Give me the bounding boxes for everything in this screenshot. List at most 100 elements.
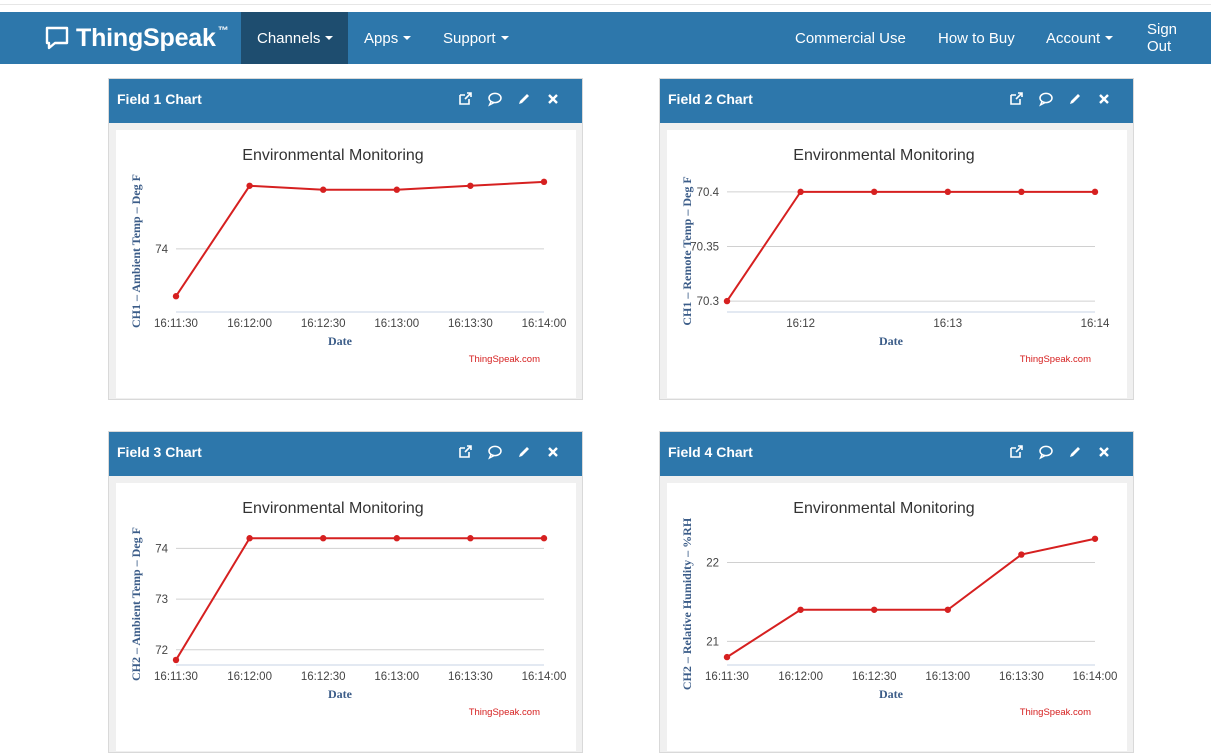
- external-link-icon: [1010, 92, 1023, 105]
- external-link-button[interactable]: [1008, 443, 1026, 461]
- chart-title: Environmental Monitoring: [793, 500, 974, 517]
- data-point[interactable]: [467, 535, 474, 542]
- thingspeak-credit-link[interactable]: ThingSpeak.com: [469, 354, 540, 365]
- nav-commercial-use[interactable]: Commercial Use: [779, 12, 922, 64]
- data-point[interactable]: [1091, 188, 1099, 196]
- chart-area: Environmental Monitoring 72 73 74 16:11:30 16…: [116, 483, 576, 751]
- data-point[interactable]: [320, 535, 327, 542]
- close-button[interactable]: [1095, 443, 1113, 461]
- panel-toolbar: [1008, 90, 1113, 108]
- nav-how-to-buy-label: How to Buy: [938, 29, 1015, 47]
- x-axis-label: Date: [879, 687, 904, 701]
- x-tick-label: 16:13:30: [448, 318, 493, 330]
- close-button[interactable]: [544, 443, 562, 461]
- comment-icon: [1039, 445, 1053, 460]
- close-button[interactable]: [1095, 90, 1113, 108]
- close-icon: [1099, 94, 1109, 104]
- data-point[interactable]: [723, 297, 731, 305]
- external-link-icon: [1010, 445, 1023, 458]
- thingspeak-credit-link[interactable]: ThingSpeak.com: [469, 707, 540, 718]
- data-point[interactable]: [540, 535, 548, 542]
- data-point[interactable]: [393, 535, 400, 542]
- close-icon: [548, 94, 558, 104]
- field-1-line-chart: Environmental Monitoring 74 16:11:30 16:12:…: [129, 147, 566, 365]
- external-link-button[interactable]: [457, 90, 475, 108]
- data-point[interactable]: [871, 606, 878, 613]
- x-tick-label: 16:12:30: [301, 318, 346, 330]
- chart-title: Environmental Monitoring: [242, 147, 423, 164]
- comment-button[interactable]: [486, 443, 504, 461]
- nav-apps[interactable]: Apps: [348, 12, 427, 64]
- panel-header: Field 1 Chart: [109, 79, 582, 123]
- data-point[interactable]: [172, 293, 180, 300]
- external-link-button[interactable]: [1008, 90, 1026, 108]
- x-tick-label: 16:14:00: [522, 671, 567, 683]
- field-4-line-chart: Environmental Monitoring 21 22 16:11:30 16:1…: [680, 500, 1117, 718]
- thingspeak-credit-link[interactable]: ThingSpeak.com: [1020, 707, 1091, 718]
- data-point[interactable]: [1091, 535, 1099, 542]
- panel-header: Field 3 Chart: [109, 432, 582, 476]
- panel-title: Field 2 Chart: [668, 91, 753, 107]
- x-tick-label: 16:13:00: [925, 671, 970, 683]
- pencil-button[interactable]: [515, 443, 533, 461]
- data-point[interactable]: [246, 535, 253, 542]
- y-axis-label: CH2 – Relative Humidity – %RH: [680, 517, 694, 690]
- panel-title: Field 1 Chart: [117, 91, 202, 107]
- data-point[interactable]: [1018, 188, 1025, 196]
- x-axis-label: Date: [328, 334, 353, 348]
- pencil-button[interactable]: [515, 90, 533, 108]
- field-2-chart-panel: Field 2 Chart Environmental Monitoring 70…: [659, 78, 1134, 400]
- chart-area: Environmental Monitoring 21 22 16:11:30 16:1…: [667, 483, 1127, 751]
- x-tick-label: 16:14: [1081, 318, 1110, 330]
- chevron-down-icon: [1105, 36, 1114, 40]
- data-point[interactable]: [797, 188, 804, 196]
- external-link-button[interactable]: [457, 443, 475, 461]
- x-tick-label: 16:13:00: [374, 671, 419, 683]
- nav-support[interactable]: Support: [427, 12, 525, 64]
- x-tick-label: 16:13:30: [999, 671, 1044, 683]
- data-point[interactable]: [871, 188, 878, 196]
- comment-button[interactable]: [486, 90, 504, 108]
- comment-icon: [1039, 92, 1053, 107]
- close-icon: [548, 447, 558, 457]
- data-point[interactable]: [723, 653, 731, 661]
- x-axis-label: Date: [879, 334, 904, 348]
- data-point[interactable]: [797, 606, 804, 613]
- data-point[interactable]: [467, 182, 474, 189]
- pencil-button[interactable]: [1066, 90, 1084, 108]
- x-tick-label: 16:11:30: [154, 318, 198, 330]
- data-point[interactable]: [393, 186, 400, 193]
- comment-button[interactable]: [1037, 443, 1055, 461]
- nav-sign-out-label: Sign Out: [1147, 21, 1178, 55]
- panel-header: Field 2 Chart: [660, 79, 1133, 123]
- x-tick-label: 16:12:00: [778, 671, 823, 683]
- x-tick-label: 16:12:00: [227, 671, 272, 683]
- data-point[interactable]: [944, 606, 951, 613]
- x-tick-label: 16:12:30: [852, 671, 897, 683]
- chat-bubble-icon: [45, 26, 69, 50]
- pencil-button[interactable]: [1066, 443, 1084, 461]
- chart-area: Environmental Monitoring 70.3 70.35 70.4 16:…: [667, 130, 1127, 398]
- nav-channels[interactable]: Channels: [241, 12, 348, 64]
- data-point[interactable]: [944, 188, 951, 196]
- y-tick-label: 21: [706, 636, 719, 648]
- chart-title: Environmental Monitoring: [793, 147, 974, 164]
- data-point[interactable]: [172, 656, 180, 664]
- y-tick-label: 70.4: [697, 187, 720, 199]
- panel-title: Field 3 Chart: [117, 444, 202, 460]
- nav-sign-out[interactable]: Sign Out: [1131, 12, 1211, 64]
- comment-button[interactable]: [1037, 90, 1055, 108]
- pencil-icon: [519, 447, 529, 457]
- y-tick-label: 74: [155, 244, 168, 256]
- brand-logo[interactable]: ThingSpeak ™: [44, 12, 229, 64]
- data-point[interactable]: [540, 178, 548, 186]
- data-point[interactable]: [246, 182, 253, 189]
- comment-icon: [488, 445, 502, 460]
- nav-account[interactable]: Account: [1030, 12, 1129, 64]
- data-point[interactable]: [1018, 551, 1025, 558]
- thingspeak-credit-link[interactable]: ThingSpeak.com: [1020, 354, 1091, 365]
- nav-how-to-buy[interactable]: How to Buy: [922, 12, 1031, 64]
- data-point[interactable]: [320, 186, 327, 193]
- close-button[interactable]: [544, 90, 562, 108]
- close-icon: [1099, 447, 1109, 457]
